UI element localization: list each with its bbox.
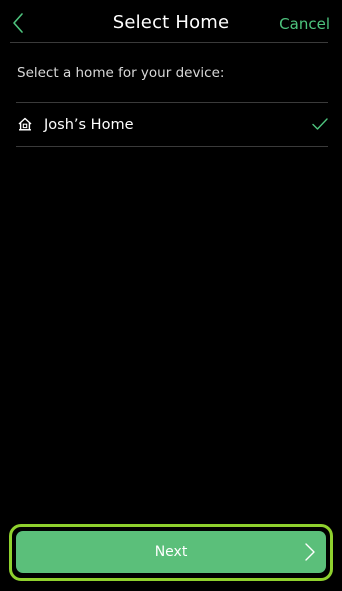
next-button-label: Next: [154, 544, 188, 560]
home-list-item[interactable]: Josh’s Home: [16, 103, 328, 146]
home-name: Josh’s Home: [44, 117, 134, 133]
home-icon: [18, 117, 32, 131]
home-list: Josh’s Home: [16, 102, 328, 147]
next-button[interactable]: Next: [16, 531, 326, 573]
checkmark-icon: [312, 118, 328, 130]
cancel-button[interactable]: Cancel: [279, 15, 330, 33]
chevron-right-icon: [305, 543, 315, 561]
header: Select Home Cancel: [0, 0, 342, 44]
select-home-prompt: Select a home for your device:: [17, 65, 225, 81]
header-divider: [10, 42, 328, 43]
